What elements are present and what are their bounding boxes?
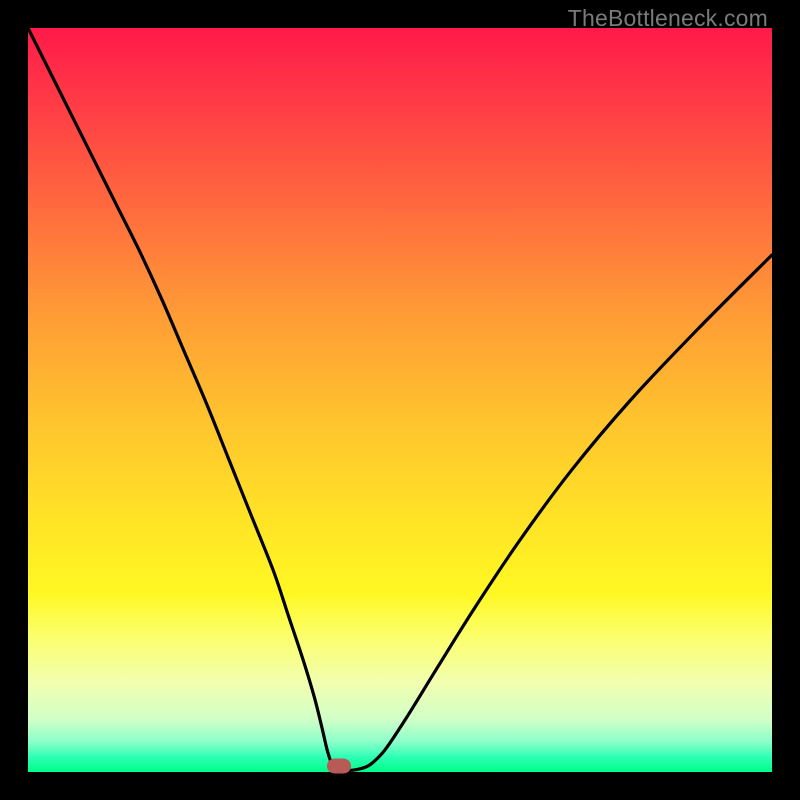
bottleneck-curve	[28, 28, 772, 772]
chart-frame: TheBottleneck.com	[0, 0, 800, 800]
plot-area	[28, 28, 772, 772]
optimal-point-marker	[327, 759, 351, 774]
